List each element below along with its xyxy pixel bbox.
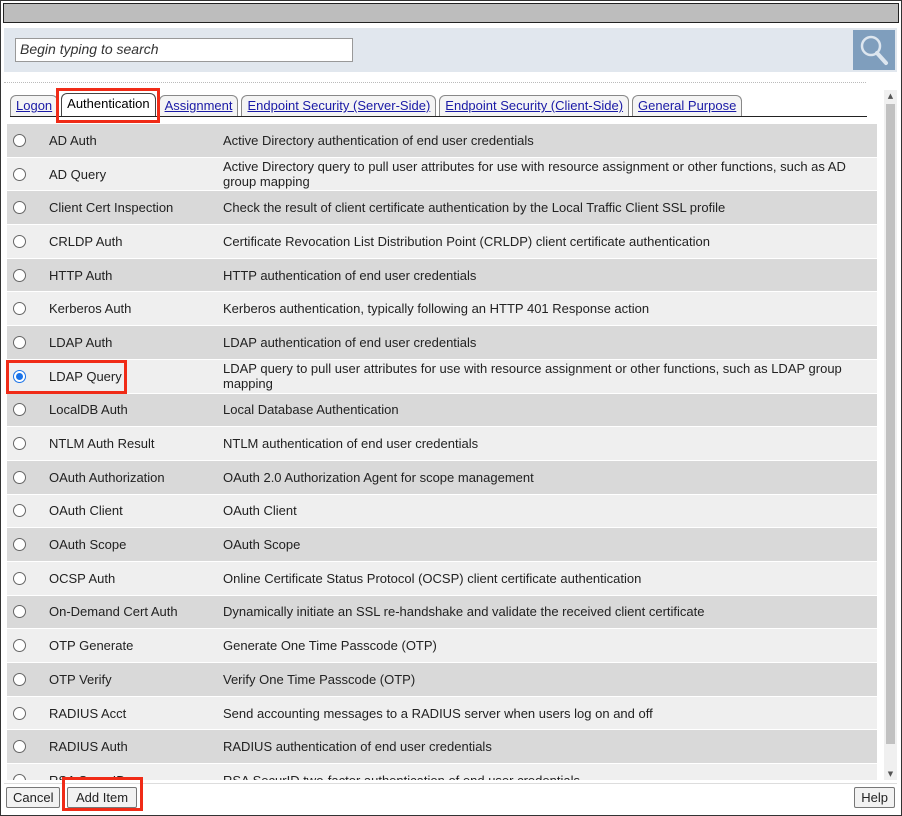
radio-button[interactable] bbox=[13, 639, 26, 653]
search-bar: Begin typing to search bbox=[4, 28, 897, 72]
list-item[interactable]: CRLDP Auth Certificate Revocation List Di… bbox=[7, 225, 877, 259]
radio-button[interactable] bbox=[13, 773, 26, 780]
item-list: AD Auth Active Directory authentication o… bbox=[7, 124, 877, 780]
item-description: Kerberos authentication, typically follo… bbox=[223, 301, 650, 317]
radio-button[interactable] bbox=[13, 706, 26, 720]
highlight-authentication-tab bbox=[56, 88, 160, 123]
radio-button[interactable] bbox=[13, 403, 26, 417]
list-item[interactable]: LDAP Query LDAP query to pull user attrib… bbox=[7, 359, 877, 394]
title-bar bbox=[3, 3, 899, 23]
list-item[interactable]: LocalDB Auth Local Database Authenticatio… bbox=[7, 393, 877, 428]
list-item[interactable]: OTP Verify Verify One Time Passcode (OTP) bbox=[7, 663, 877, 697]
item-name: LocalDB Auth bbox=[49, 402, 128, 418]
list-item[interactable]: OCSP Auth Online Certificate Status Proto… bbox=[7, 561, 877, 596]
radio-button[interactable] bbox=[13, 133, 26, 147]
item-description: RSA SecurID two-factor authentication of… bbox=[223, 773, 877, 780]
tab-logon[interactable]: Logon bbox=[10, 95, 59, 116]
radio-button[interactable] bbox=[13, 605, 26, 619]
item-name: AD Query bbox=[49, 166, 107, 182]
radio-button[interactable] bbox=[13, 167, 26, 181]
item-description: Local Database Authentication bbox=[223, 402, 399, 418]
item-name: AD Auth bbox=[49, 132, 97, 148]
tab-assignment[interactable]: Assignment bbox=[158, 95, 239, 116]
item-description: LDAP query to pull user attributes for u… bbox=[223, 361, 842, 392]
list-item[interactable]: OAuth Authorization OAuth 2.0 Authorizati… bbox=[7, 460, 877, 495]
radio-button[interactable] bbox=[13, 437, 26, 451]
tab-endpoint-security-server-side[interactable]: Endpoint Security (Server-Side) bbox=[241, 95, 437, 116]
tab-general-purpose[interactable]: General Purpose bbox=[632, 95, 743, 116]
item-name: Client Cert Inspection bbox=[49, 200, 174, 216]
radio-button[interactable] bbox=[13, 504, 26, 518]
item-description: OAuth 2.0 Authorization Agent for scope … bbox=[223, 469, 534, 485]
item-description: Check the result of client certificate a… bbox=[223, 200, 726, 216]
radio-button[interactable] bbox=[13, 268, 26, 282]
item-description: Certificate Revocation List Distribution… bbox=[223, 233, 710, 249]
item-description: Verify One Time Passcode (OTP) bbox=[223, 671, 416, 687]
item-description: HTTP authentication of end user credenti… bbox=[223, 267, 477, 283]
list-item[interactable]: RADIUS Acct Send accounting messages to a… bbox=[7, 696, 877, 731]
radio-button[interactable] bbox=[13, 234, 26, 248]
list-item[interactable]: LDAP Auth LDAP authentication of end user… bbox=[7, 326, 877, 360]
list-item[interactable]: OAuth Client OAuth Client bbox=[7, 494, 877, 529]
list-item[interactable]: Client Cert Inspection Check the result o… bbox=[7, 191, 877, 226]
list-item[interactable]: OTP Generate Generate One Time Passcode (… bbox=[7, 629, 877, 663]
scroll-up-icon[interactable]: ▲ bbox=[884, 92, 897, 100]
radio-button[interactable] bbox=[13, 571, 26, 585]
cancel-button[interactable]: Cancel bbox=[6, 787, 61, 808]
item-description: Online Certificate Status Protocol (OCSP… bbox=[223, 570, 642, 586]
item-name: OCSP Auth bbox=[49, 570, 116, 586]
item-description: Dynamically initiate an SSL re-handshake… bbox=[223, 604, 705, 620]
item-name: Kerberos Auth bbox=[49, 301, 132, 317]
list-item[interactable]: OAuth Scope OAuth Scope bbox=[7, 528, 877, 562]
item-description: Generate One Time Passcode (OTP) bbox=[223, 638, 437, 654]
radio-button[interactable] bbox=[13, 302, 26, 316]
item-name: OAuth Client bbox=[49, 503, 123, 519]
item-name: OTP Generate bbox=[49, 638, 134, 654]
item-name: OAuth Scope bbox=[49, 537, 127, 553]
divider bbox=[4, 82, 866, 83]
scroll-down-icon[interactable]: ▼ bbox=[884, 770, 897, 778]
list-item[interactable]: Kerberos Auth Kerberos authentication, ty… bbox=[7, 292, 877, 327]
help-button[interactable]: Help bbox=[854, 787, 895, 808]
scrollbar[interactable]: ▲ ▼ bbox=[884, 90, 897, 780]
list-item[interactable]: On-Demand Cert Auth Dynamically initiate … bbox=[7, 595, 877, 630]
item-name: NTLM Auth Result bbox=[49, 436, 155, 452]
item-name: On-Demand Cert Auth bbox=[49, 604, 178, 620]
search-button[interactable] bbox=[853, 30, 895, 70]
radio-button[interactable] bbox=[13, 672, 26, 686]
item-description: LDAP authentication of end user credenti… bbox=[223, 334, 477, 350]
item-description: NTLM authentication of end user credenti… bbox=[223, 436, 479, 452]
item-description: OAuth Client bbox=[223, 503, 297, 519]
search-input[interactable]: Begin typing to search bbox=[15, 38, 353, 62]
item-name: LDAP Auth bbox=[49, 334, 113, 350]
scroll-thumb[interactable] bbox=[886, 104, 895, 744]
item-name: RADIUS Auth bbox=[49, 739, 128, 755]
list-item[interactable]: HTTP Auth HTTP authentication of end user… bbox=[7, 258, 877, 293]
highlight-ldap-query bbox=[6, 360, 127, 394]
magnifier-icon bbox=[860, 35, 888, 65]
highlight-add-item bbox=[62, 777, 143, 811]
radio-button[interactable] bbox=[13, 538, 26, 552]
list-item[interactable]: NTLM Auth Result NTLM authentication of e… bbox=[7, 427, 877, 461]
item-name: HTTP Auth bbox=[49, 267, 113, 283]
list-item[interactable]: AD Auth Active Directory authentication o… bbox=[7, 124, 877, 158]
list-item[interactable]: AD Query Active Directory query to pull u… bbox=[7, 157, 877, 192]
tab-endpoint-security-client-side[interactable]: Endpoint Security (Client-Side) bbox=[439, 95, 630, 116]
radio-button[interactable] bbox=[13, 470, 26, 484]
list-item[interactable]: RADIUS Auth RADIUS authentication of end … bbox=[7, 730, 877, 765]
item-name: CRLDP Auth bbox=[49, 233, 123, 249]
item-name: RADIUS Acct bbox=[49, 705, 127, 721]
radio-button[interactable] bbox=[13, 201, 26, 215]
item-description: Active Directory authentication of end u… bbox=[223, 132, 534, 148]
radio-button[interactable] bbox=[13, 740, 26, 754]
item-name: OTP Verify bbox=[49, 671, 112, 687]
item-description: OAuth Scope bbox=[223, 537, 301, 553]
item-description: Send accounting messages to a RADIUS ser… bbox=[223, 705, 653, 721]
item-name: OAuth Authorization bbox=[49, 469, 165, 485]
radio-button[interactable] bbox=[13, 335, 26, 349]
item-description: RADIUS authentication of end user creden… bbox=[223, 739, 492, 755]
item-description: Active Directory query to pull user attr… bbox=[223, 159, 846, 190]
